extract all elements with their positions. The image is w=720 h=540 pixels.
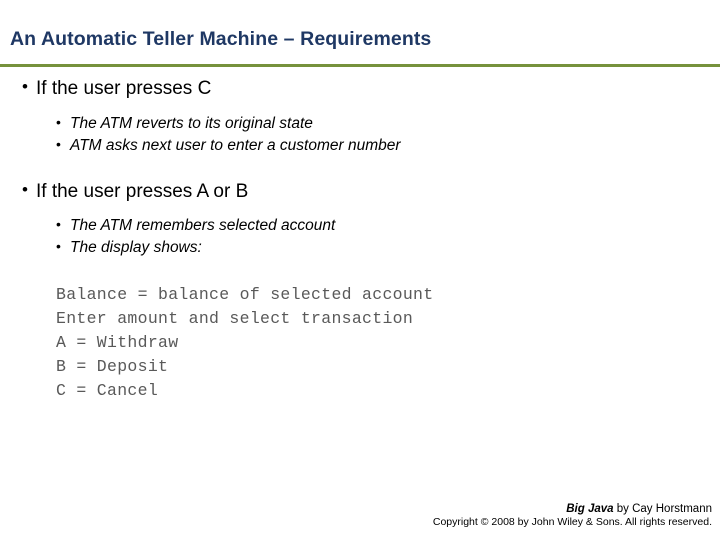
bullet-level2: • The ATM remembers selected account [22,215,702,237]
bullet-level2: • ATM asks next user to enter a customer… [22,135,702,157]
footer-author: by Cay Horstmann [613,503,712,515]
bullet-level2-text: The ATM reverts to its original state [70,114,313,132]
footer: Big Java by Cay Horstmann Copyright © 20… [433,503,712,528]
bullet-marker-icon: • [22,179,28,199]
footer-book-title: Big Java [566,503,614,515]
bullet-level1-text: If the user presses C [36,78,212,99]
bullet-marker-icon: • [56,135,61,152]
bullet-level1-text: If the user presses A or B [36,180,249,202]
footer-copyright: Copyright © 2008 by John Wiley & Sons. A… [432,516,712,528]
display-text-block: Balance = balance of selected account En… [22,283,702,403]
display-line: B = Deposit [56,357,169,377]
bullet-level2-text: ATM asks next user to enter a customer n… [70,136,401,154]
display-line: A = Withdraw [56,333,179,353]
slide: An Automatic Teller Machine – Requiremen… [0,0,720,540]
title-block: An Automatic Teller Machine – Requiremen… [10,28,710,51]
display-line: C = Cancel [56,380,159,400]
title-divider [0,64,720,67]
bullet-marker-icon: • [56,113,61,130]
slide-body: • If the user presses C • The ATM revert… [22,76,702,403]
bullet-marker-icon: • [56,238,61,255]
bullet-level2: • The display shows: [22,237,702,259]
display-line: Balance = balance of selected account [56,285,434,305]
display-line: Enter amount and select transaction [56,309,414,329]
bullet-level2: • The ATM reverts to its original state [22,113,702,135]
footer-attribution: Big Java by Cay Horstmann [433,503,712,515]
page-title: An Automatic Teller Machine – Requiremen… [10,28,432,50]
bullet-level2-text: The display shows: [70,239,202,257]
bullet-marker-icon: • [22,77,28,96]
bullet-marker-icon: • [56,216,61,233]
bullet-level2-text: The ATM remembers selected account [70,217,336,235]
bullet-level1: • If the user presses C [22,76,702,102]
bullet-level1: • If the user presses A or B [22,179,702,205]
